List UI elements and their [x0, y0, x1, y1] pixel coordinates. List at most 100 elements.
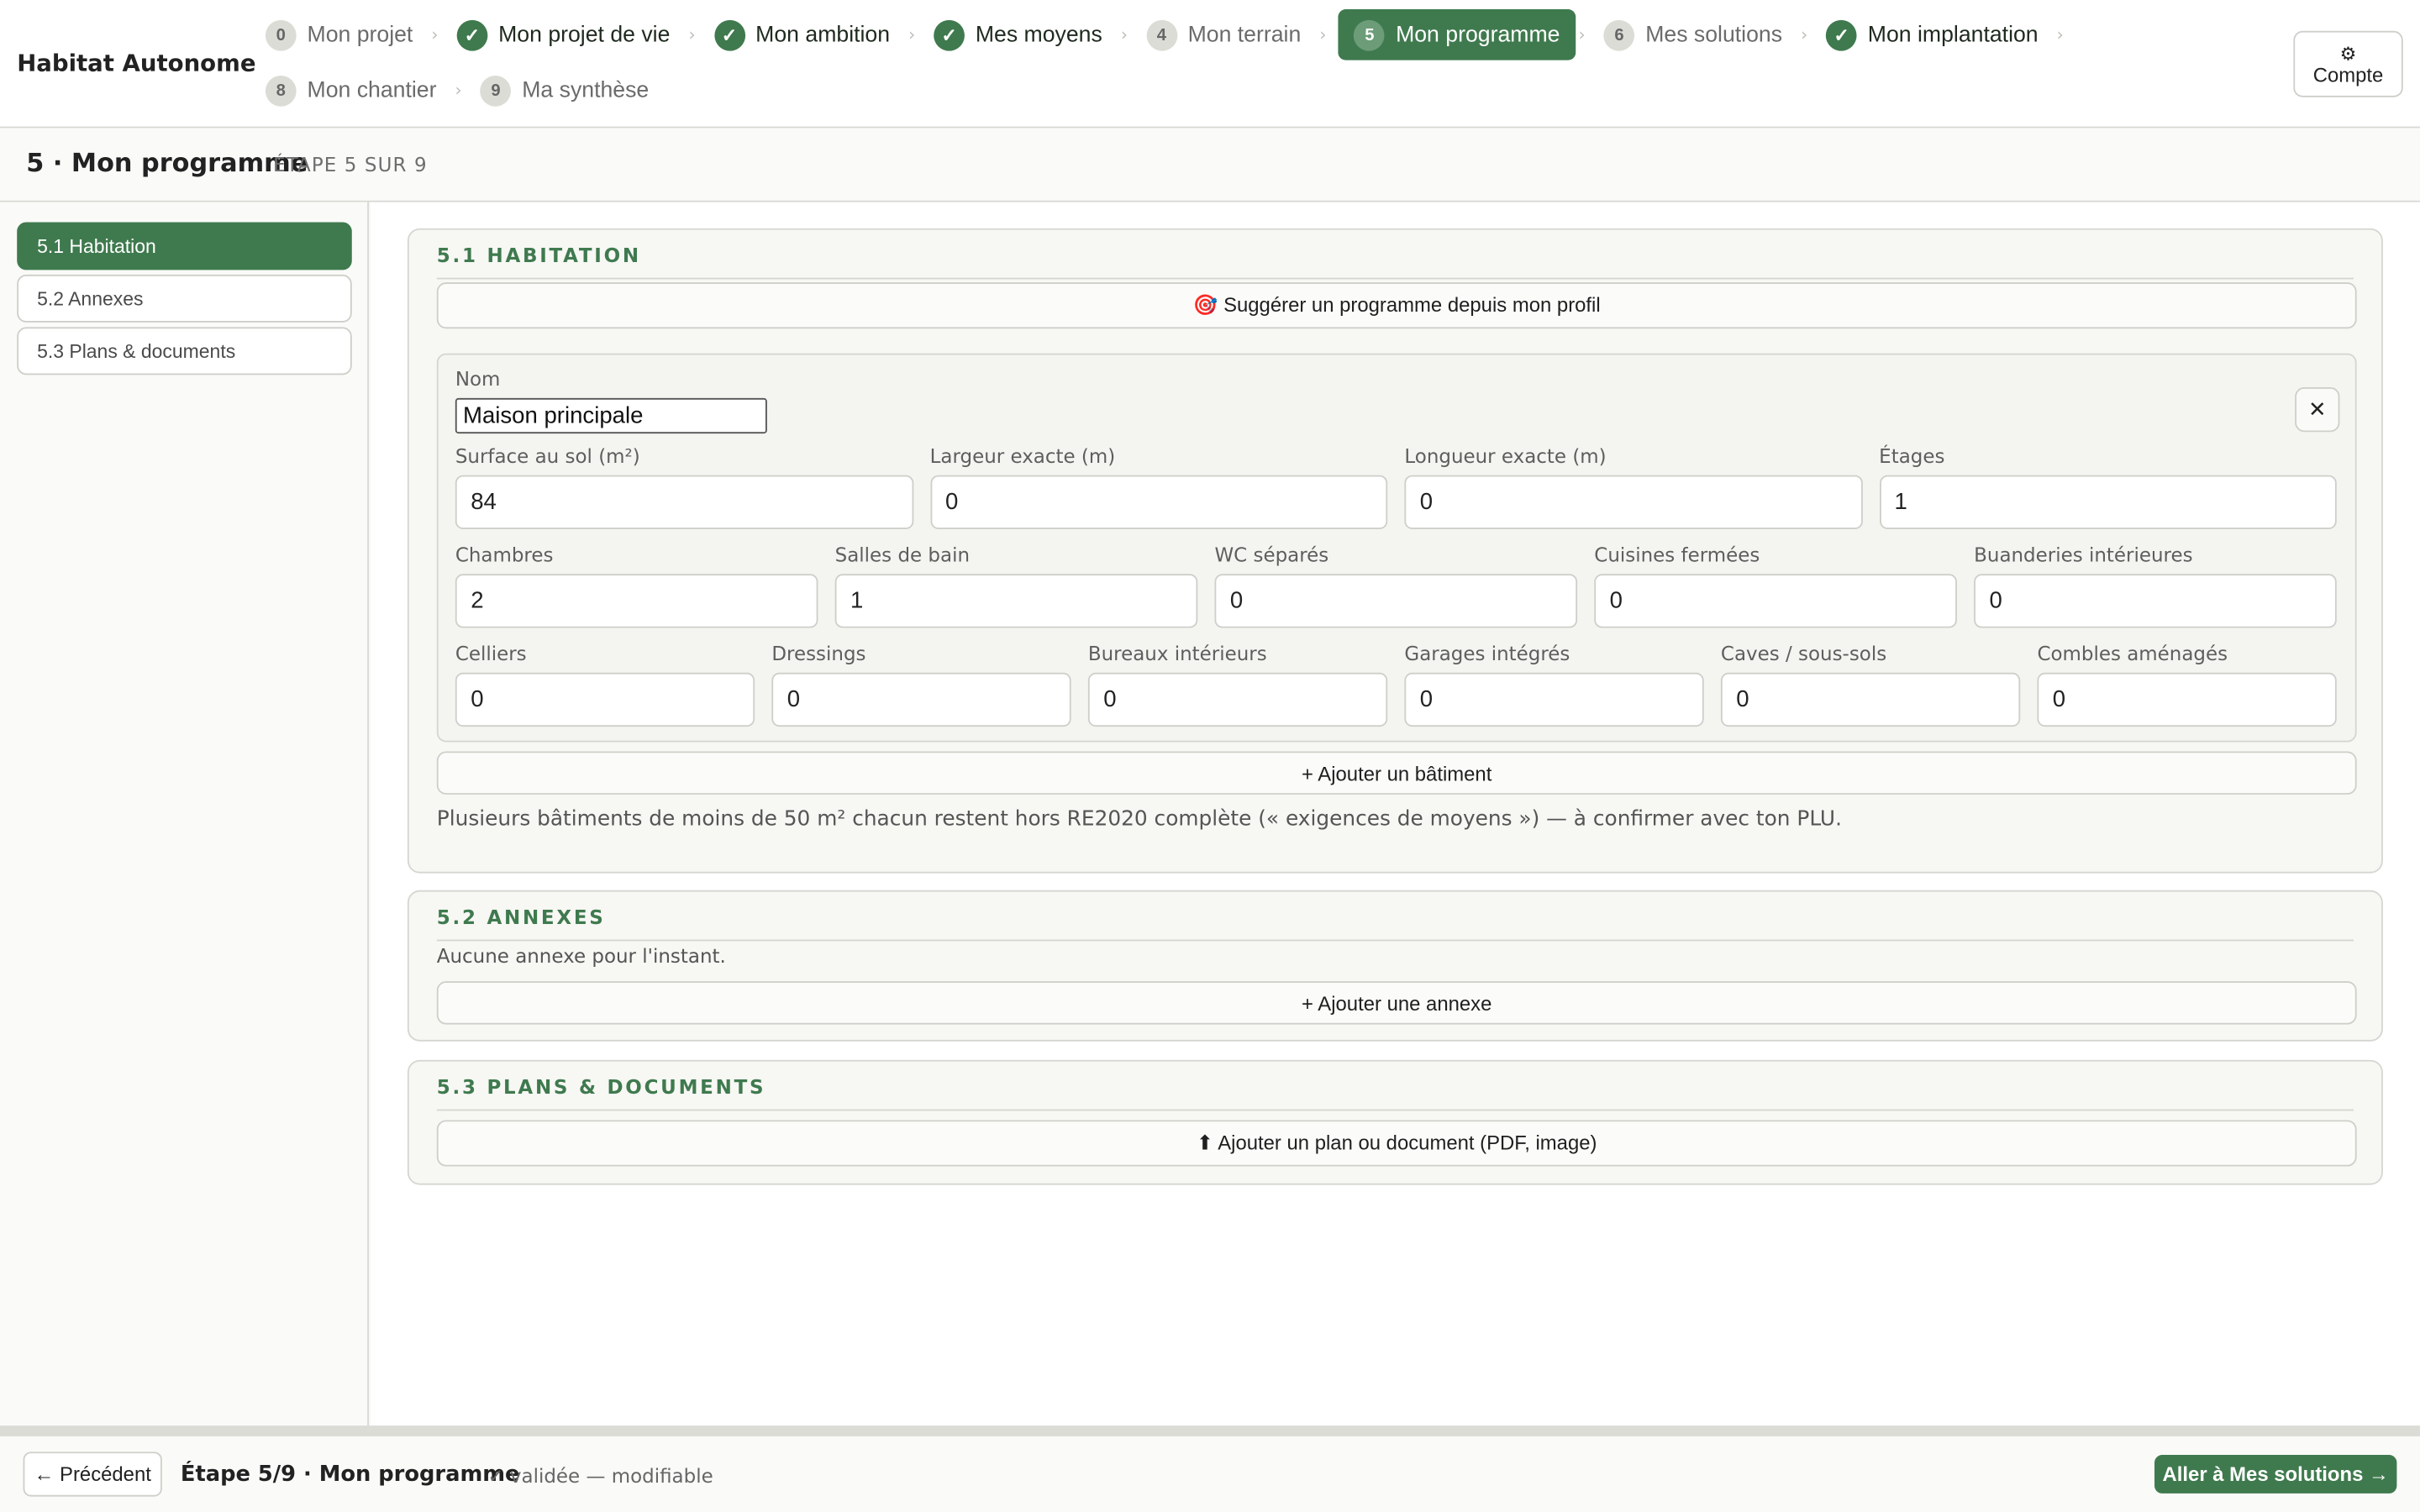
step-number-badge: 5 [1354, 18, 1386, 50]
previous-button[interactable]: ← Précédent [23, 1452, 162, 1497]
field-label: Garages intégrés [1404, 642, 1570, 665]
name-label: Nom [455, 367, 501, 391]
field-label: Celliers [455, 642, 527, 665]
number-input[interactable] [1214, 574, 1578, 628]
next-step-button[interactable]: Aller à Mes solutions → [2154, 1455, 2397, 1494]
sidebar-item-plans[interactable]: 5.3 Plans & documents [17, 327, 352, 375]
section-title: 5.1 HABITATION [436, 244, 641, 267]
number-input[interactable] [1404, 672, 1704, 727]
step-0[interactable]: 0 Mon projet [260, 9, 429, 60]
step-number-badge: 0 [265, 18, 297, 50]
chevron-right-icon: › [688, 24, 696, 45]
step-label: Mon ambition [755, 22, 891, 48]
app-title: Habitat Autonome [17, 49, 256, 77]
number-input[interactable] [2037, 672, 2337, 727]
sidebar-item-habitation[interactable]: 5.1 Habitation [17, 222, 352, 270]
field-label: Bureaux intérieurs [1087, 642, 1267, 665]
step-number-badge: 6 [1603, 18, 1635, 50]
regulation-note: Plusieurs bâtiments de moins de 50 m² ch… [436, 806, 1842, 832]
page-title: 5 · Mon programme [26, 148, 308, 178]
account-button[interactable]: ⚙ Compte [2293, 30, 2403, 97]
step-indicator: ÉTAPE 5 SUR 9 [273, 152, 428, 176]
divider [436, 277, 2354, 280]
field-label: Surface au sol (m²) [455, 444, 640, 468]
upload-document-button[interactable]: ⬆ Ajouter un plan ou document (PDF, imag… [436, 1120, 2357, 1167]
step-7[interactable]: ✓ Mon implantation [1820, 9, 2054, 60]
building-name-input[interactable] [455, 397, 767, 434]
top-bar: Habitat Autonome 0 Mon projet › ✓ Mon projet… [0, 0, 2420, 129]
step-4[interactable]: 4 Mon terrain [1140, 9, 1317, 60]
field-label: Buanderies intérieures [1974, 543, 2193, 567]
sidebar-item-annexes[interactable]: 5.2 Annexes [17, 274, 352, 323]
number-input[interactable] [1087, 672, 1388, 727]
close-icon[interactable]: ✕ [2295, 387, 2340, 433]
field-label: Cuisines fermées [1594, 543, 1760, 567]
step-5[interactable]: 5 Mon programme [1339, 9, 1576, 60]
check-icon: ✓ [456, 18, 488, 50]
number-input[interactable] [1879, 475, 2337, 529]
page-header: 5 · Mon programme ÉTAPE 5 SUR 9 [0, 128, 2420, 202]
step-number-badge: 9 [480, 75, 512, 106]
chevron-right-icon: › [1319, 24, 1327, 45]
check-icon: ✓ [1826, 18, 1857, 50]
divider [436, 939, 2354, 942]
section-title: 5.2 ANNEXES [436, 906, 606, 929]
number-input[interactable] [834, 574, 1198, 628]
add-building-button[interactable]: + Ajouter un bâtiment [436, 751, 2357, 795]
annexes-section: 5.2 ANNEXES Aucune annexe pour l'instant… [407, 890, 2383, 1042]
number-input[interactable] [1720, 672, 2021, 727]
add-annex-button[interactable]: + Ajouter une annexe [436, 981, 2357, 1025]
step-1[interactable]: ✓ Mon projet de vie [450, 9, 686, 60]
number-input[interactable] [1974, 574, 2337, 628]
step-label: Mon projet [307, 22, 413, 48]
number-input[interactable] [771, 672, 1071, 727]
field-label: Étages [1879, 444, 1945, 468]
step-navigation: 0 Mon projet › ✓ Mon projet de vie › ✓ Mon ambi… [260, 9, 2220, 116]
gear-icon: ⚙ [2339, 42, 2357, 65]
field-label: Salles de bain [834, 543, 971, 567]
account-label: Compte [2312, 62, 2384, 86]
step-label: Mon projet de vie [498, 22, 671, 48]
chevron-right-icon: › [908, 24, 916, 45]
chevron-right-icon: › [1120, 24, 1128, 45]
field-label: Largeur exacte (m) [929, 444, 1116, 468]
step-2[interactable]: ✓ Mon ambition [708, 9, 905, 60]
field-label: Dressings [771, 642, 866, 665]
step-label: Mes solutions [1645, 22, 1783, 48]
field-label: Combles aménagés [2037, 642, 2228, 665]
field-label: Longueur exacte (m) [1404, 444, 1607, 468]
status-badge: ✓ validée — modifiable [487, 1464, 713, 1488]
step-label: Mon implantation [1867, 22, 2039, 48]
check-icon: ✓ [713, 18, 745, 50]
field-label: Chambres [455, 543, 554, 567]
number-input[interactable] [1594, 574, 1957, 628]
number-input[interactable] [455, 672, 755, 727]
plans-section: 5.3 PLANS & DOCUMENTS ⬆ Ajouter un plan … [407, 1059, 2383, 1185]
section-sidebar: 5.1 Habitation 5.2 Annexes 5.3 Plans & d… [0, 202, 369, 1426]
number-input[interactable] [455, 574, 818, 628]
number-input[interactable] [455, 475, 913, 529]
footer-bar: ← Précédent Étape 5/9 · Mon programme ✓ … [0, 1425, 2420, 1512]
step-6[interactable]: 6 Mes solutions [1597, 9, 1797, 60]
chevron-right-icon: › [1801, 24, 1808, 45]
field-label: WC séparés [1214, 543, 1329, 567]
section-title: 5.3 PLANS & DOCUMENTS [436, 1075, 766, 1099]
field-label: Caves / sous-sols [1720, 642, 1887, 665]
divider [436, 1109, 2354, 1111]
chevron-right-icon: › [1578, 24, 1586, 45]
building-card: Nom ✕ Surface au sol (m²) Largeur exacte … [436, 353, 2357, 743]
chevron-right-icon: › [2056, 24, 2064, 45]
number-input[interactable] [929, 475, 1388, 529]
step-9[interactable]: 9 Ma synthèse [474, 65, 664, 116]
suggest-program-button[interactable]: 🎯 Suggérer un programme depuis mon profi… [436, 282, 2357, 329]
step-number-badge: 4 [1145, 18, 1177, 50]
main-content: 5.1 HABITATION 🎯 Suggérer un programme d… [370, 202, 2420, 1426]
number-input[interactable] [1404, 475, 1862, 529]
step-3[interactable]: ✓ Mes moyens [928, 9, 1118, 60]
chevron-right-icon: › [455, 80, 462, 101]
empty-annexes-text: Aucune annexe pour l'instant. [436, 944, 726, 968]
step-label: Mon chantier [307, 77, 437, 103]
step-8[interactable]: 8 Mon chantier [260, 65, 452, 116]
step-number-badge: 8 [265, 75, 297, 106]
check-icon: ✓ [934, 18, 965, 50]
